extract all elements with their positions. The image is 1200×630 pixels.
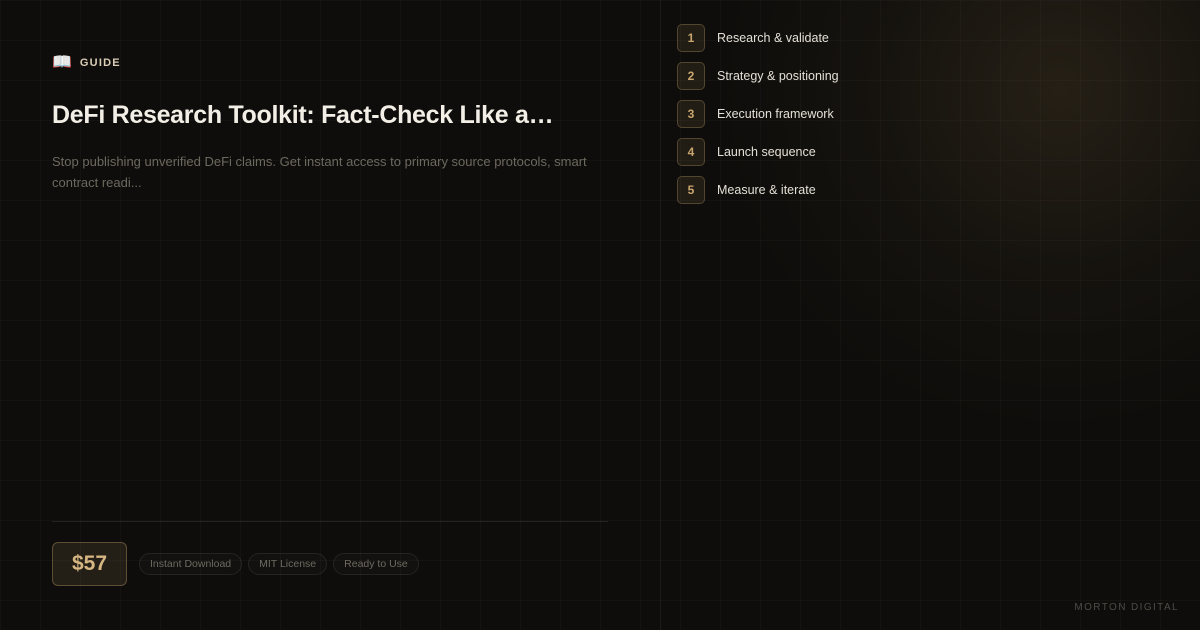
feature-badges: Instant Download MIT License Ready to Us… — [139, 553, 419, 575]
step-number: 3 — [677, 100, 705, 128]
product-description: Stop publishing unverified DeFi claims. … — [52, 154, 587, 190]
step-label: Strategy & positioning — [717, 69, 839, 83]
feature-badge: MIT License — [248, 553, 328, 575]
feature-badge: Ready to Use — [333, 553, 419, 575]
step-label: Execution framework — [717, 107, 834, 121]
step-number: 5 — [677, 176, 705, 204]
category-tag: 📖 GUIDE — [52, 55, 121, 71]
brand-name: MORTON DIGITAL — [1074, 602, 1179, 613]
step-label: Research & validate — [717, 31, 829, 45]
step-number: 1 — [677, 24, 705, 52]
step-number: 2 — [677, 62, 705, 90]
step-item: 4 Launch sequence — [677, 138, 839, 166]
background-grid — [0, 0, 1200, 630]
step-item: 1 Research & validate — [677, 24, 839, 52]
column-divider — [660, 0, 661, 630]
page-title: DeFi Research Toolkit: Fact-Check Like a… — [52, 101, 554, 129]
feature-badge: Instant Download — [139, 553, 243, 575]
step-number: 4 — [677, 138, 705, 166]
background-glow — [0, 0, 1200, 630]
step-item: 3 Execution framework — [677, 100, 839, 128]
open-book-icon: 📖 — [52, 54, 72, 71]
price-badge: $57 — [52, 542, 127, 586]
section-divider — [52, 521, 608, 522]
step-label: Measure & iterate — [717, 183, 816, 197]
category-label: GUIDE — [79, 57, 121, 69]
step-list: 1 Research & validate 2 Strategy & posit… — [677, 24, 839, 204]
step-item: 5 Measure & iterate — [677, 176, 839, 204]
step-label: Launch sequence — [717, 145, 816, 159]
step-item: 2 Strategy & positioning — [677, 62, 839, 90]
